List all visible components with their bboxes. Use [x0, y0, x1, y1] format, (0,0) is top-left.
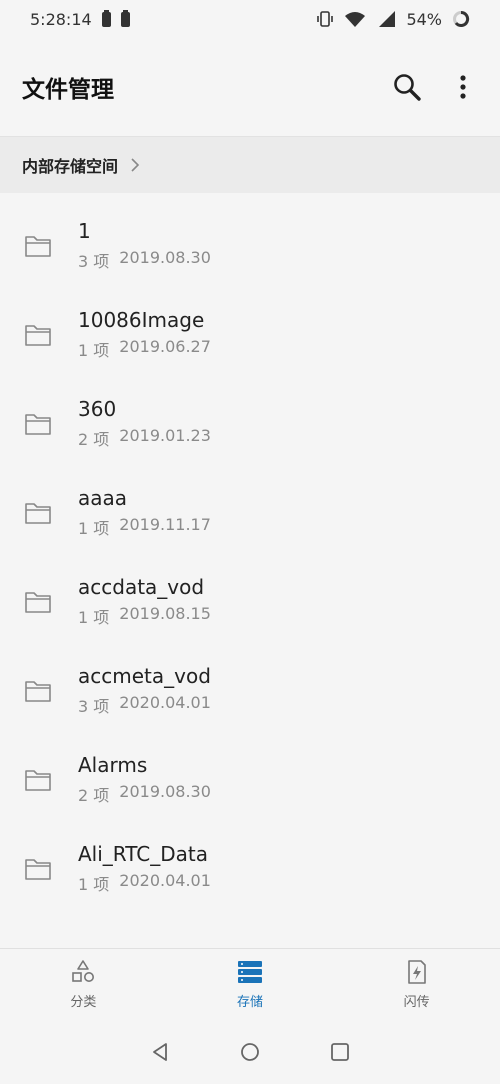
- item-count: 1 项: [78, 875, 110, 894]
- file-list-item[interactable]: accdata_vod 1 项 2019.08.15: [0, 557, 500, 646]
- file-list: 1 3 项 2019.08.30 10086Image 1 项 2019.06.…: [0, 193, 500, 948]
- wifi-icon: [345, 12, 366, 27]
- item-count: 2 项: [78, 786, 110, 805]
- folder-icon: [25, 502, 51, 524]
- tab-category-label: 分类: [70, 995, 97, 1010]
- item-count: 2 项: [78, 430, 110, 449]
- home-icon[interactable]: [240, 1042, 260, 1062]
- status-time: 5:28:14: [30, 9, 92, 29]
- file-list-item[interactable]: Alarms 2 项 2019.08.30: [0, 735, 500, 824]
- storage-icon: [237, 961, 262, 983]
- tab-storage-label: 存储: [236, 995, 263, 1010]
- system-navigation-bar: [0, 1020, 500, 1084]
- file-list-item[interactable]: Ali_RTC_Data 1 项 2020.04.01: [0, 824, 500, 913]
- bottom-navigation: 分类 存储 闪传: [0, 948, 500, 1020]
- modified-date: 2020.04.01: [119, 871, 211, 890]
- item-count: 1 项: [78, 519, 110, 538]
- modified-date: 2019.01.23: [119, 426, 211, 445]
- folder-icon: [25, 413, 51, 435]
- file-list-item[interactable]: 10086Image 1 项 2019.06.27: [0, 290, 500, 379]
- item-count: 1 项: [78, 341, 110, 360]
- file-list-item[interactable]: 360 2 项 2019.01.23: [0, 379, 500, 468]
- tab-flash-transfer-label: 闪传: [403, 995, 430, 1010]
- folder-icon: [25, 680, 51, 702]
- breadcrumb[interactable]: 内部存储空间: [0, 136, 500, 193]
- item-count: 3 项: [78, 697, 110, 716]
- more-vert-icon: [460, 74, 466, 99]
- file-list-item[interactable]: 1 3 项 2019.08.30: [0, 201, 500, 290]
- search-button[interactable]: [390, 70, 424, 104]
- chevron-right-icon: [131, 158, 140, 172]
- file-name: Ali_RTC_Data: [78, 842, 208, 866]
- file-list-item[interactable]: accmeta_vod 3 项 2020.04.01: [0, 646, 500, 735]
- modified-date: 2020.04.01: [119, 693, 211, 712]
- more-options-button[interactable]: [446, 70, 480, 104]
- item-count: 3 项: [78, 252, 110, 271]
- tab-flash-transfer[interactable]: 闪传: [357, 959, 477, 1010]
- modified-date: 2019.11.17: [119, 515, 211, 534]
- battery-ring-icon: [453, 10, 470, 27]
- battery-percent: 54%: [406, 9, 442, 29]
- vibrate-icon: [317, 11, 334, 27]
- category-icon: [72, 960, 95, 982]
- folder-icon: [25, 591, 51, 613]
- signal-icon: [379, 11, 396, 27]
- file-name: Alarms: [78, 753, 148, 777]
- tab-storage[interactable]: 存储: [190, 959, 310, 1010]
- back-icon[interactable]: [150, 1042, 170, 1062]
- folder-icon: [25, 324, 51, 346]
- file-list-item[interactable]: aaaa 1 项 2019.11.17: [0, 468, 500, 557]
- file-name: accmeta_vod: [78, 664, 211, 688]
- modified-date: 2019.08.15: [119, 604, 211, 623]
- folder-icon: [25, 769, 51, 791]
- file-name: aaaa: [78, 486, 128, 510]
- search-icon: [394, 73, 421, 101]
- modified-date: 2019.08.30: [119, 248, 211, 267]
- folder-icon: [25, 858, 51, 880]
- flash-transfer-icon: [407, 960, 426, 984]
- recents-icon[interactable]: [330, 1042, 350, 1062]
- page-title: 文件管理: [22, 76, 114, 103]
- modified-date: 2019.08.30: [119, 782, 211, 801]
- tab-category[interactable]: 分类: [23, 959, 143, 1010]
- status-bar: 5:28:14 54%: [0, 0, 500, 38]
- file-name: 360: [78, 397, 117, 421]
- item-count: 1 项: [78, 608, 110, 627]
- folder-icon: [25, 235, 51, 257]
- file-name: 1: [78, 219, 91, 243]
- modified-date: 2019.06.27: [119, 337, 211, 356]
- file-name: 10086Image: [78, 308, 205, 332]
- battery-saver-icon: [101, 9, 111, 27]
- battery-icon: [120, 9, 130, 27]
- app-bar: 文件管理: [0, 38, 500, 135]
- file-name: accdata_vod: [78, 575, 205, 599]
- breadcrumb-internal-storage[interactable]: 内部存储空间: [22, 153, 118, 177]
